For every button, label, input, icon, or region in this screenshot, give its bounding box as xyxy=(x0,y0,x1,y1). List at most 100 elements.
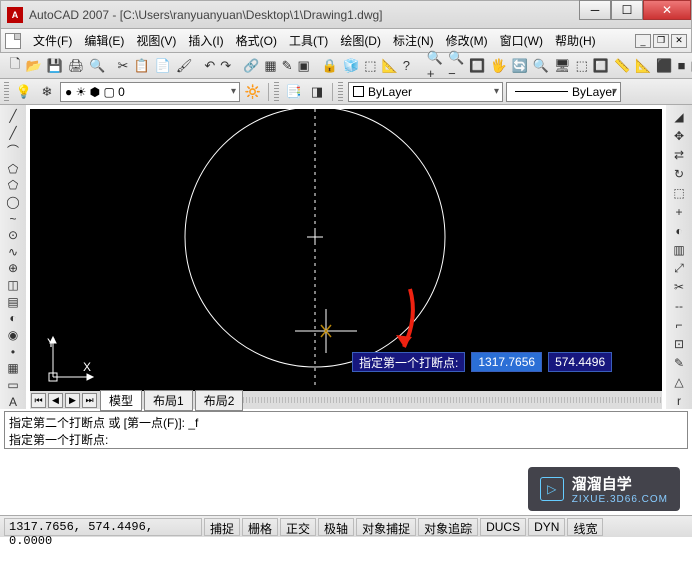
zoom-icon[interactable]: 🔍 xyxy=(532,56,550,76)
copy-icon[interactable]: 📋 xyxy=(132,56,150,76)
stretch-icon[interactable]: ⤢ xyxy=(669,260,689,277)
matchprop-icon[interactable]: 🖌 xyxy=(175,56,194,76)
mdi-restore-button[interactable]: ❐ xyxy=(653,34,669,48)
layer-iso-icon[interactable]: ◨ xyxy=(307,82,327,102)
zoom-extents-icon[interactable]: 🔲 xyxy=(468,56,486,76)
zoom-prev-icon[interactable]: ▣ xyxy=(297,56,311,76)
zoom-in-icon[interactable]: 🔍+ xyxy=(426,56,444,76)
xline-icon[interactable]: ╱ xyxy=(3,126,23,141)
open-icon[interactable]: 📂 xyxy=(24,56,42,76)
osnap-toggle[interactable]: 对象捕捉 xyxy=(356,518,416,536)
preview-icon[interactable]: 🔍 xyxy=(88,56,106,76)
layer-prev-icon[interactable]: 🔆 xyxy=(243,82,263,102)
circle-icon[interactable]: ~ xyxy=(3,211,23,226)
snap-toggle[interactable]: 捕捉 xyxy=(204,518,240,536)
otrack-toggle[interactable]: 对象追踪 xyxy=(418,518,478,536)
drawing-canvas[interactable]: Y X 指定第一个打断点: 1317.7656 574.4496 xyxy=(30,109,662,391)
ortho-toggle[interactable]: 正交 xyxy=(280,518,316,536)
mdi-close-button[interactable]: ✕ xyxy=(671,34,687,48)
command-window[interactable]: 指定第二个打断点 或 [第一点(F)]: _f 指定第一个打断点: xyxy=(4,411,688,449)
hatch-icon[interactable]: • xyxy=(3,344,23,359)
trim-icon[interactable]: ✂ xyxy=(669,279,689,296)
linetype-combo[interactable]: ByLayer xyxy=(506,82,621,102)
lwt-toggle[interactable]: 线宽 xyxy=(567,518,603,536)
menu-dimension[interactable]: 标注(N) xyxy=(387,29,440,52)
toolbar-grip[interactable] xyxy=(4,82,9,102)
color-black-icon[interactable]: ⬛ xyxy=(655,56,673,76)
mdi-minimize-button[interactable]: _ xyxy=(635,34,651,48)
tab-first-button[interactable]: ⏮ xyxy=(31,393,46,408)
menu-file[interactable]: 文件(F) xyxy=(27,29,78,52)
tool-palettes-icon[interactable]: ⬚ xyxy=(363,56,377,76)
tab-prev-button[interactable]: ◀ xyxy=(48,393,63,408)
rectangle-icon[interactable]: ⬠ xyxy=(3,178,23,193)
erase-icon[interactable]: ◢ xyxy=(669,109,689,126)
rotate-icon[interactable]: ◐ xyxy=(669,222,689,239)
zoom-window-icon[interactable]: ✎ xyxy=(281,56,294,76)
undo-icon[interactable]: ↶ xyxy=(203,56,216,76)
gradient-icon[interactable]: ▦ xyxy=(3,361,23,376)
cut-icon[interactable]: ✂ xyxy=(117,56,130,76)
regen-icon[interactable]: 🔄 xyxy=(511,56,529,76)
grid-toggle[interactable]: 栅格 xyxy=(242,518,278,536)
dyn-toggle[interactable]: DYN xyxy=(528,518,565,536)
menu-window[interactable]: 窗口(W) xyxy=(494,29,549,52)
join-icon[interactable]: ✎ xyxy=(669,354,689,371)
region-icon[interactable]: ▭ xyxy=(3,378,23,393)
menu-draw[interactable]: 绘图(D) xyxy=(334,29,387,52)
sheet-set-icon[interactable]: 📐 xyxy=(381,56,399,76)
toolbar-grip[interactable] xyxy=(274,82,279,102)
layer-manager-icon[interactable]: 💡 xyxy=(14,82,34,102)
zoom-out-icon[interactable]: 🔍− xyxy=(447,56,465,76)
extend-icon[interactable]: -- xyxy=(669,298,689,315)
tab-layout2[interactable]: 布局2 xyxy=(195,390,244,411)
dynamic-y-value[interactable]: 574.4496 xyxy=(548,352,612,372)
mtext-icon[interactable]: A xyxy=(3,394,23,409)
pan-hand-icon[interactable]: 🖐 xyxy=(489,56,507,76)
menu-insert[interactable]: 插入(I) xyxy=(182,29,229,52)
copy-obj-icon[interactable]: ✥ xyxy=(669,128,689,145)
layer-states-icon[interactable]: 📑 xyxy=(284,82,304,102)
ellipse-icon[interactable]: ⊕ xyxy=(3,261,23,276)
chamfer-icon[interactable]: △ xyxy=(669,373,689,390)
print-icon[interactable]: 🖨 xyxy=(67,56,86,76)
mirror-icon[interactable]: ⇄ xyxy=(669,147,689,164)
insert-block-icon[interactable]: ▤ xyxy=(3,294,23,309)
redo-icon[interactable]: ↷ xyxy=(219,56,232,76)
menu-edit[interactable]: 编辑(E) xyxy=(78,29,130,52)
layer-combo[interactable]: ● ☀ ⬢ ▢ 0 xyxy=(60,82,240,102)
new-icon[interactable]: 🗋 xyxy=(9,56,21,76)
fillet-icon[interactable]: r xyxy=(669,392,689,409)
menu-view[interactable]: 视图(V) xyxy=(130,29,182,52)
help-icon[interactable]: ? xyxy=(402,56,411,76)
ucs-icon[interactable]: 🔲 xyxy=(592,56,610,76)
menu-modify[interactable]: 修改(M) xyxy=(440,29,494,52)
tab-next-button[interactable]: ▶ xyxy=(65,393,80,408)
properties-icon[interactable]: 🔒 xyxy=(321,56,339,76)
arc-icon[interactable]: ◯ xyxy=(3,195,23,210)
polar-toggle[interactable]: 极轴 xyxy=(318,518,354,536)
spline-icon[interactable]: ∿ xyxy=(3,244,23,259)
offset-icon[interactable]: ↻ xyxy=(669,166,689,183)
point-icon[interactable]: ◉ xyxy=(3,328,23,343)
scale-icon[interactable]: ▥ xyxy=(669,241,689,258)
make-block-icon[interactable]: ◐ xyxy=(3,311,23,326)
menu-tools[interactable]: 工具(T) xyxy=(283,29,334,52)
toolbar-grip[interactable] xyxy=(338,82,343,102)
menu-format[interactable]: 格式(O) xyxy=(230,29,283,52)
area-icon[interactable]: 📐 xyxy=(634,56,652,76)
3d-orbit-icon[interactable]: ⬚ xyxy=(575,56,589,76)
zoom-realtime-icon[interactable]: ▦ xyxy=(263,56,277,76)
array-icon[interactable]: ⬚ xyxy=(669,185,689,202)
line-icon[interactable]: ╱ xyxy=(3,109,23,124)
layer-freeze-icon[interactable]: ❄ xyxy=(37,82,57,102)
save-icon[interactable]: 💾 xyxy=(46,56,64,76)
design-center-icon[interactable]: 🧊 xyxy=(342,56,360,76)
named-views-icon[interactable]: 🖥 xyxy=(553,56,572,76)
break-icon[interactable]: ⊡ xyxy=(669,336,689,353)
tab-last-button[interactable]: ⏭ xyxy=(82,393,97,408)
ellipse-arc-icon[interactable]: ◫ xyxy=(3,278,23,293)
pan-icon[interactable]: 🔗 xyxy=(242,56,260,76)
maximize-button[interactable]: ☐ xyxy=(611,0,643,20)
move-icon[interactable]: + xyxy=(669,203,689,220)
